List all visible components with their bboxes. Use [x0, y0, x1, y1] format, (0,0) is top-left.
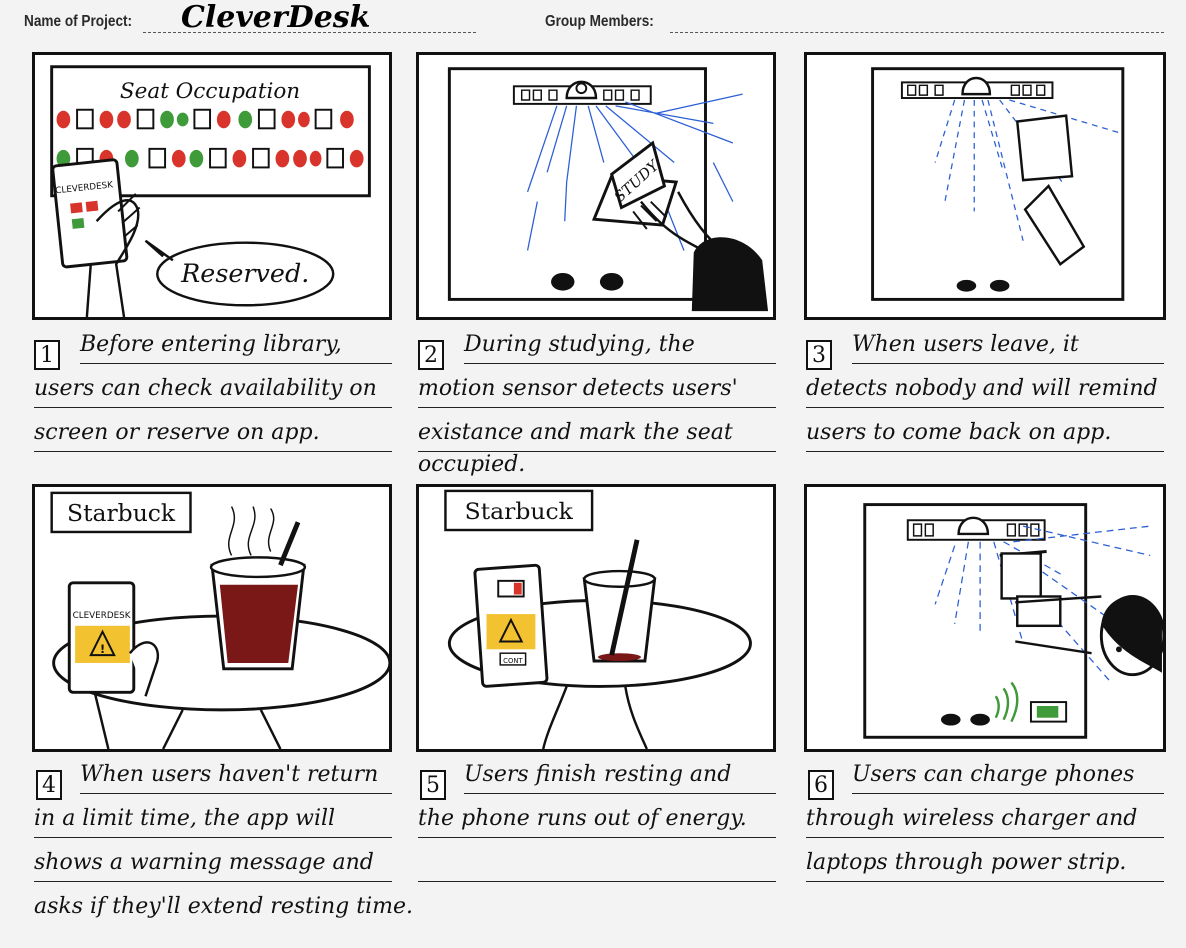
caption-line: laptops through power strip. [806, 844, 1164, 882]
student-head [1099, 595, 1163, 677]
worksheet-header: Name of Project: CleverDesk Group Member… [0, 0, 1186, 44]
project-name-line: CleverDesk [143, 0, 476, 35]
coffee-cup [209, 506, 307, 671]
dead-phone: CONT [473, 563, 549, 688]
step-number-1: 1 [34, 340, 60, 370]
leg-dot-2 [599, 273, 624, 291]
step-number-5: 5 [420, 770, 446, 800]
caption-line: the phone runs out of energy. [418, 800, 776, 838]
panel-6-drawing [863, 503, 1163, 739]
caption-line: When users leave, it [852, 326, 1164, 364]
panel-3-drawing [871, 67, 1125, 301]
seat-screen-title: Seat Occupation [120, 79, 300, 104]
storyboard-panel-5: Starbuck CONT [416, 484, 776, 752]
caption-line: screen or reserve on app. [34, 414, 392, 452]
caption-line: users to come back on app. [806, 414, 1164, 452]
reserved-speech-bubble: Reserved. [144, 239, 335, 307]
seat-indicator-row-1 [56, 108, 354, 130]
caption-line: motion sensor detects users' [418, 370, 776, 408]
storyboard-panel-6 [804, 484, 1166, 752]
group-members-line [670, 32, 1164, 33]
svg-text:!: ! [100, 642, 105, 656]
caption-line: shows a warning message and [34, 844, 392, 882]
power-strip-sensor [512, 80, 652, 105]
project-name-value: CleverDesk [181, 0, 371, 35]
caption-line: When users haven't return [80, 756, 392, 794]
power-strip-sensor [906, 516, 1046, 541]
laptop-shape [1015, 114, 1074, 182]
project-name-label: Name of Project: [24, 13, 133, 30]
panel-5-drawing: Starbuck CONT [444, 489, 752, 749]
caption-line: users can check availability on [34, 370, 392, 408]
caption-line: detects nobody and will remind [806, 370, 1164, 408]
wireless-charger [941, 681, 1068, 726]
step-number-4: 4 [36, 770, 62, 800]
panel-2-drawing: STUDY [447, 67, 769, 312]
phone-warning: CLEVERDESK ! [67, 581, 160, 749]
caption-line: Users can charge phones [852, 756, 1164, 794]
caption-line: occupied. [418, 452, 526, 477]
step-number-6: 6 [808, 770, 834, 800]
leg-dot-1 [551, 273, 575, 291]
bubble-text: Reserved. [180, 258, 309, 288]
storyboard-panel-2: STUDY [416, 52, 776, 320]
caption-line: asks if they'll extend resting time. [34, 894, 413, 919]
panel-4-drawing: Starbuck CLEVERDESK ! [50, 491, 389, 749]
caption-line [418, 844, 776, 882]
leg-dot-1 [956, 279, 977, 292]
power-strip-sensor [900, 76, 1054, 99]
group-members-label: Group Members: [545, 13, 654, 30]
caption-line: Before entering library, [80, 326, 392, 364]
book-shape [1023, 184, 1086, 266]
empty-cup [582, 539, 657, 663]
storyboard-panel-4: Starbuck CLEVERDESK ! [32, 484, 392, 752]
storyboard-panel-3 [804, 52, 1166, 320]
starbuck-sign-text: Starbuck [465, 497, 574, 525]
step-number-3: 3 [806, 340, 832, 370]
panel-1-drawing: Seat Occupation CLEVERDESK Reserved. [50, 65, 371, 317]
caption-line: through wireless charger and [806, 800, 1164, 838]
starbuck-sign-text: Starbuck [67, 499, 176, 527]
phone-brand-text: CLEVERDESK [73, 611, 131, 621]
leg-dot-2 [989, 279, 1010, 292]
phone-button-text: CONT [503, 657, 523, 665]
caption-line: During studying, the [464, 326, 776, 364]
caption-line: in a limit time, the app will [34, 800, 392, 838]
caption-line: Users finish resting and [464, 756, 776, 794]
storyboard-panel-1: Seat Occupation CLEVERDESK Reserved. [32, 52, 392, 320]
step-number-2: 2 [418, 340, 444, 370]
phone-with-app: CLEVERDESK [51, 158, 141, 317]
